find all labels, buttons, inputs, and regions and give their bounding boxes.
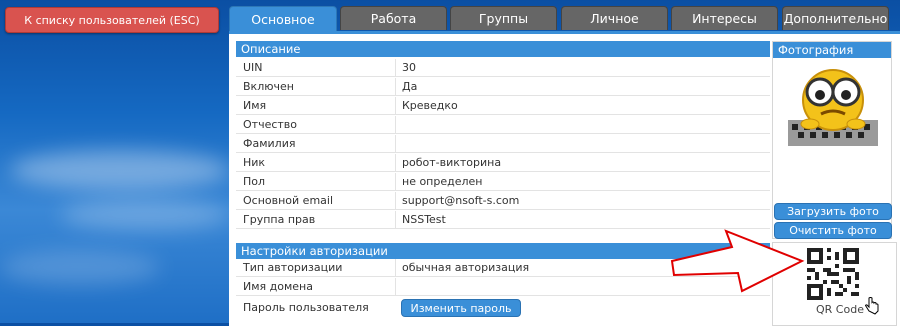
description-row: Отчество bbox=[236, 116, 770, 134]
tab-personal[interactable]: Личное bbox=[561, 6, 668, 30]
field-label: Пол bbox=[243, 175, 266, 188]
field-value: 30 bbox=[402, 61, 416, 74]
field-label: Основной email bbox=[243, 194, 334, 207]
photo-panel: Фотография Загрузить фото Очистить фото bbox=[772, 41, 892, 239]
qr-code-label: QR Code bbox=[816, 303, 864, 316]
tab-work[interactable]: Работа bbox=[340, 6, 447, 30]
column-divider bbox=[395, 259, 396, 276]
auth-row-password: Пароль пользователя Изменить пароль bbox=[236, 297, 770, 319]
tab-main[interactable]: Основное bbox=[229, 6, 337, 31]
description-row: Пол не определен bbox=[236, 173, 770, 191]
hand-cursor-icon bbox=[864, 297, 879, 315]
user-avatar bbox=[788, 62, 878, 146]
field-value: NSSTest bbox=[402, 213, 446, 226]
column-divider bbox=[395, 78, 396, 95]
description-row: Имя Креведко bbox=[236, 97, 770, 115]
sky-cloud bbox=[0, 250, 160, 285]
field-label: Включен bbox=[243, 80, 294, 93]
sky-cloud bbox=[60, 200, 230, 230]
description-header: Описание bbox=[236, 41, 770, 57]
back-to-users-button[interactable]: К списку пользователей (ESC) bbox=[5, 7, 219, 33]
column-divider bbox=[395, 173, 396, 190]
description-row: Включен Да bbox=[236, 78, 770, 96]
description-row: Ник робот-викторина bbox=[236, 154, 770, 172]
column-divider bbox=[395, 135, 396, 152]
change-password-button[interactable]: Изменить пароль bbox=[401, 299, 521, 317]
column-divider bbox=[395, 192, 396, 209]
description-row: Фамилия bbox=[236, 135, 770, 153]
field-label: Пароль пользователя bbox=[243, 301, 369, 314]
field-label: Ник bbox=[243, 156, 266, 169]
column-divider bbox=[395, 211, 396, 228]
column-divider bbox=[395, 154, 396, 171]
field-label: Фамилия bbox=[243, 137, 296, 150]
field-value: Да bbox=[402, 80, 418, 93]
field-value: не определен bbox=[402, 175, 483, 188]
tab-additional[interactable]: Дополнительно bbox=[782, 6, 889, 30]
field-label: Группа прав bbox=[243, 213, 316, 226]
photo-header: Фотография bbox=[773, 42, 891, 58]
field-label: Отчество bbox=[243, 118, 298, 131]
field-value: обычная авторизация bbox=[402, 261, 530, 274]
sky-cloud bbox=[10, 150, 230, 190]
field-label: Имя домена bbox=[243, 280, 313, 293]
column-divider bbox=[395, 116, 396, 133]
arrow-pointer-icon bbox=[668, 213, 808, 293]
tab-interests[interactable]: Интересы bbox=[671, 6, 778, 30]
field-label: Имя bbox=[243, 99, 267, 112]
field-value: support@nsoft-s.com bbox=[402, 194, 520, 207]
field-value: Креведко bbox=[402, 99, 458, 112]
column-divider bbox=[395, 278, 396, 295]
field-value: робот-викторина bbox=[402, 156, 502, 169]
tab-groups[interactable]: Группы bbox=[450, 6, 557, 30]
field-label: Тип авторизации bbox=[243, 261, 343, 274]
qr-code-image[interactable] bbox=[807, 248, 859, 300]
description-row: UIN 30 bbox=[236, 59, 770, 77]
column-divider bbox=[395, 59, 396, 76]
field-label: UIN bbox=[243, 61, 263, 74]
column-divider bbox=[395, 97, 396, 114]
description-row: Основной email support@nsoft-s.com bbox=[236, 192, 770, 210]
